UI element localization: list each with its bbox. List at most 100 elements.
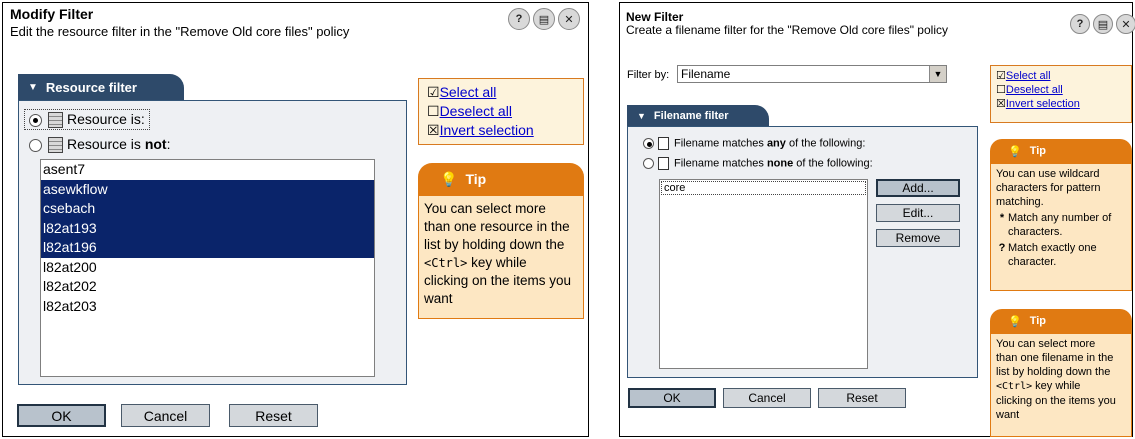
uncheck-icon: ☐: [996, 84, 1006, 96]
resource-icon: [48, 137, 63, 154]
radio-button[interactable]: [29, 113, 42, 127]
tip-body: You can select more than one resource in…: [418, 195, 584, 319]
tip-title: Tip: [1029, 145, 1046, 157]
radio-matches-any[interactable]: Filename matches any of the following:: [643, 137, 865, 150]
tip-line: want: [996, 409, 1020, 421]
tip-body-wildcards: You can use wildcard characters for patt…: [990, 163, 1132, 291]
radio-label: Resource is:: [67, 111, 145, 127]
print-icon[interactable]: ▤: [1093, 14, 1113, 34]
filter-by-select[interactable]: Filename ▼: [677, 65, 947, 83]
tip-header: 💡 Tip: [418, 163, 584, 195]
tip-title: Tip: [465, 171, 487, 187]
reset-button[interactable]: Reset: [818, 388, 906, 408]
tip-code: <Ctrl>: [424, 256, 468, 270]
tip-bullet: * Match any number of characters.: [999, 212, 1112, 238]
list-item[interactable]: core: [661, 181, 866, 195]
select-all-link[interactable]: ☑Select all: [427, 83, 583, 102]
list-item[interactable]: l82at193: [41, 218, 374, 238]
cancel-button[interactable]: Cancel: [121, 404, 210, 427]
select-all-link[interactable]: ☑Select all: [996, 69, 1131, 83]
dialog-subtitle: Edit the resource filter in the "Remove …: [10, 24, 350, 39]
list-item[interactable]: asewkflow: [41, 179, 374, 199]
invert-icon: ☒: [996, 98, 1006, 110]
list-item[interactable]: csebach: [41, 199, 374, 219]
filename-listbox[interactable]: core: [659, 179, 868, 369]
invert-selection-link[interactable]: ☒Invert selection: [996, 97, 1131, 111]
chevron-down-icon[interactable]: ▼: [929, 66, 946, 82]
help-icon[interactable]: ?: [508, 8, 530, 30]
filter-by-label: Filter by:: [627, 69, 670, 81]
help-icon[interactable]: ?: [1070, 14, 1090, 34]
tab-filename-filter[interactable]: ▼ Filename filter: [627, 105, 769, 126]
tab-label: Filename filter: [653, 109, 729, 122]
tip-body-multiselect: You can select more than one filename in…: [990, 333, 1132, 437]
lightbulb-icon: 💡: [440, 170, 458, 187]
radio-button[interactable]: [29, 138, 42, 152]
add-button[interactable]: Add...: [876, 179, 960, 197]
list-item[interactable]: l82at196: [41, 238, 374, 258]
tip-line: list by holding down the: [424, 237, 565, 252]
tip-line: want: [424, 291, 453, 306]
print-icon[interactable]: ▤: [533, 8, 555, 30]
radio-matches-none[interactable]: Filename matches none of the following:: [643, 157, 873, 170]
list-item[interactable]: l82at203: [41, 297, 374, 317]
close-icon[interactable]: ✕: [558, 8, 580, 30]
reset-button[interactable]: Reset: [229, 404, 318, 427]
tip-line: You can use wildcard: [996, 168, 1100, 180]
tab-resource-filter[interactable]: ▼ Resource filter: [18, 74, 184, 100]
close-icon[interactable]: ✕: [1116, 14, 1135, 34]
tab-label: Resource filter: [45, 79, 137, 95]
radio-resource-is[interactable]: Resource is:: [24, 109, 150, 131]
check-icon: ☑: [996, 70, 1006, 82]
tip-line: than one resource in the: [424, 219, 570, 234]
remove-button[interactable]: Remove: [876, 229, 960, 247]
dialog-title: New Filter: [626, 10, 684, 24]
radio-label: Resource is: [67, 136, 145, 152]
radio-button[interactable]: [643, 138, 654, 149]
cancel-button[interactable]: Cancel: [723, 388, 811, 408]
invert-selection-link[interactable]: ☒Invert selection: [427, 121, 583, 140]
tip-line: characters for pattern: [996, 182, 1101, 194]
invert-icon: ☒: [427, 122, 440, 138]
document-icon: [658, 157, 669, 170]
radio-label-bold: not: [144, 136, 167, 152]
tip-line: matching.: [996, 196, 1044, 208]
deselect-all-link[interactable]: ☐Deselect all: [996, 83, 1131, 97]
lightbulb-icon: 💡: [1008, 145, 1022, 158]
radio-label-colon: :: [166, 136, 171, 152]
tip-line: <Ctrl> key while: [424, 255, 527, 270]
ok-button[interactable]: OK: [17, 404, 106, 427]
collapse-triangle-icon: ▼: [28, 81, 38, 93]
tip-bullet: ? Match exactly one character.: [998, 242, 1097, 268]
tip-line: than one filename in the: [996, 352, 1114, 364]
tip-line: clicking on the items you: [424, 273, 572, 288]
tip-line: You can select more: [424, 201, 546, 216]
lightbulb-icon: 💡: [1008, 315, 1022, 328]
dialog-title: Modify Filter: [10, 6, 94, 22]
radio-resource-is-not[interactable]: Resource is not:: [29, 136, 171, 154]
tip-line: clicking on the items you: [996, 395, 1116, 407]
header-buttons: ? ▤ ✕: [1070, 14, 1135, 34]
uncheck-icon: ☐: [427, 103, 440, 119]
list-item[interactable]: asent7: [41, 160, 374, 180]
edit-button[interactable]: Edit...: [876, 204, 960, 222]
tip-code: <Ctrl>: [996, 381, 1033, 392]
dialog-subtitle: Create a filename filter for the "Remove…: [626, 23, 948, 37]
resource-listbox[interactable]: asent7 asewkflow csebach l82at193 l82at1…: [40, 159, 375, 377]
collapse-triangle-icon: ▼: [637, 110, 646, 121]
tip-line: You can select more: [996, 338, 1096, 350]
list-item[interactable]: l82at200: [41, 258, 374, 278]
tip-line: list by holding down the: [996, 366, 1111, 378]
check-icon: ☑: [427, 84, 440, 100]
selection-links: ☑Select all ☐Deselect all ☒Invert select…: [418, 78, 584, 145]
header-buttons: ? ▤ ✕: [508, 8, 580, 30]
ok-button[interactable]: OK: [628, 388, 716, 408]
resource-icon: [48, 112, 63, 129]
tip-title: Tip: [1029, 315, 1046, 327]
tip-header: 💡 Tip: [990, 309, 1132, 333]
deselect-all-link[interactable]: ☐Deselect all: [427, 102, 583, 121]
selection-links: ☑Select all ☐Deselect all ☒Invert select…: [990, 65, 1132, 123]
radio-button[interactable]: [643, 158, 654, 169]
tip-header: 💡 Tip: [990, 139, 1132, 163]
list-item[interactable]: l82at202: [41, 277, 374, 297]
